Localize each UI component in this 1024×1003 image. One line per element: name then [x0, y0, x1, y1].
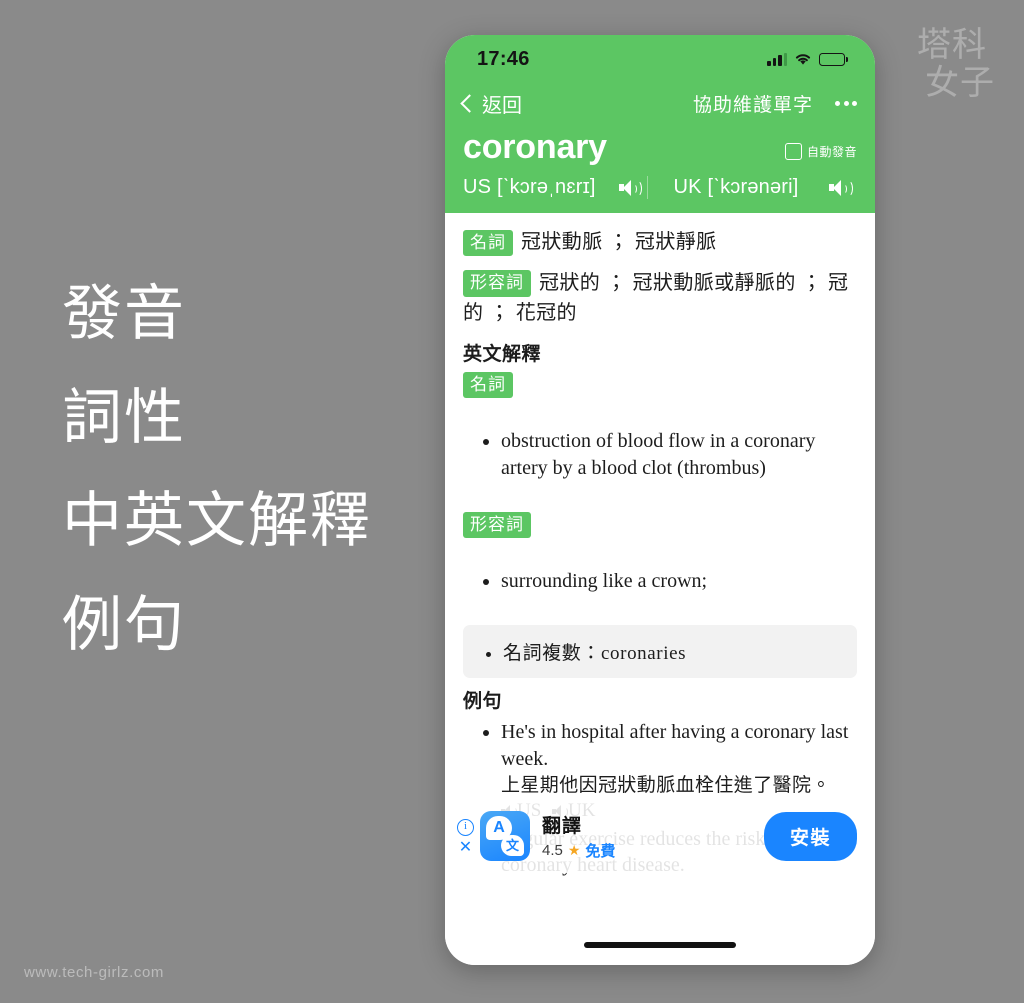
ad-rating: 4.5 — [542, 842, 563, 859]
status-bar: 17:46 — [445, 35, 875, 83]
pos-tag-noun: 名詞 — [463, 229, 513, 257]
pos-tag-adjective: 形容詞 — [463, 270, 531, 297]
annotation-list: 發音 詞性 中英文解釋 例句 — [62, 282, 432, 656]
status-time: 17:46 — [477, 47, 530, 70]
translate-app-icon: A 文 — [480, 811, 530, 861]
autoplay-checkbox[interactable] — [784, 143, 802, 161]
english-definition-list-adjective: surrounding like a crown; — [463, 568, 857, 595]
headword-row: coronary 自動發音 — [463, 128, 857, 166]
us-speaker-button[interactable] — [618, 179, 642, 198]
status-icon-group — [767, 52, 848, 66]
pronunciation-row: US [ˋkɔrəˌnɛrɪ] UK [ˋkɔrənəri] — [463, 176, 858, 200]
battery-full-icon — [819, 52, 848, 66]
ad-meta-row: 4.5 ★ 免費 — [542, 840, 615, 861]
back-button[interactable]: 返回 — [460, 89, 522, 118]
chinese-sense-noun: 名詞 冠狀動脈 ； 冠狀靜脈 — [463, 227, 857, 257]
app-header: 返回 協助維護單字 coronary 自動發音 US [ˋkɔrəˌnɛrɪ] — [445, 83, 875, 214]
inflection-list: 名詞複數：coronaries — [463, 638, 857, 665]
nav-bar: 返回 協助維護單字 — [460, 83, 857, 123]
examples-section-title: 例句 — [463, 691, 503, 713]
ad-install-button[interactable]: 安裝 — [763, 811, 857, 861]
annotation-pronunciation: 發音 — [62, 280, 186, 347]
chinese-sense-adjective: 形容詞 冠狀的 ； 冠狀動脈或靜脈的 ； 冠的 ； 花冠的 — [463, 268, 857, 329]
definition-scroll-area[interactable]: 名詞 冠狀動脈 ； 冠狀靜脈 形容詞 冠狀的 ； 冠狀動脈或靜脈的 ； 冠的 ； 花… — [445, 213, 875, 925]
phone-device: 17:46 返回 協助維護單字 coronary 自動發音 US [ˋkɔrəˌ… — [445, 35, 875, 965]
cellular-signal-icon — [767, 52, 787, 66]
inflection-item: 名詞複數：coronaries — [503, 638, 857, 665]
annotation-examples: 例句 — [62, 590, 186, 658]
annotation-definitions: 中英文解釋 — [62, 487, 372, 555]
ad-text-group: 翻譯 4.5 ★ 免費 — [542, 811, 615, 861]
annotation-part-of-speech: 詞性 — [62, 383, 186, 451]
english-group-adjective: 形容詞 surrounding like a crown; — [463, 511, 857, 595]
wifi-icon — [794, 52, 812, 66]
autoplay-label: 自動發音 — [806, 145, 857, 160]
home-indicator[interactable] — [584, 942, 736, 948]
uk-phonetic-text: UK [ˋkɔrənəri] — [673, 176, 799, 199]
ad-banner[interactable]: i ✕ A 文 翻譯 4.5 ★ 免費 安裝 — [445, 799, 875, 873]
home-bar-area — [445, 925, 875, 965]
page-title: coronary — [463, 128, 607, 166]
speaker-icon — [829, 179, 853, 198]
english-definition: obstruction of blood flow in a coronary … — [501, 428, 857, 482]
english-group-noun: 名詞 obstruction of blood flow in a corona… — [463, 371, 857, 482]
pos-tag-noun-en: 名詞 — [463, 371, 513, 398]
ad-price: 免費 — [585, 843, 616, 860]
chinese-sense-noun-text: 冠狀動脈 ； 冠狀靜脈 — [521, 231, 717, 254]
english-section-title: 英文解釋 — [463, 343, 542, 365]
us-phonetic-text: US [ˋkɔrəˌnɛrɪ] — [463, 176, 596, 199]
inflection-label: 名詞複數： — [503, 643, 602, 665]
example-english: He's in hospital after having a coronary… — [501, 721, 849, 770]
nav-right-group: 協助維護單字 — [693, 90, 857, 117]
ad-info-icon[interactable]: i — [457, 818, 474, 836]
english-definition: surrounding like a crown; — [501, 568, 857, 595]
back-button-label: 返回 — [482, 94, 522, 117]
pos-tag-adjective-en: 形容詞 — [463, 511, 531, 539]
uk-pronunciation-group: UK [ˋkɔrənəri] — [646, 176, 858, 200]
site-watermark: 塔科 女子 — [898, 26, 1006, 104]
uk-speaker-button[interactable] — [829, 179, 853, 198]
ad-marks-group: i ✕ — [457, 818, 474, 855]
example-chinese: 上星期他因冠狀動脈血栓住進了醫院。 — [501, 774, 831, 796]
autoplay-toggle[interactable]: 自動發音 — [784, 143, 857, 161]
us-pronunciation-group: US [ˋkɔrəˌnɛrɪ] — [463, 176, 647, 199]
ad-app-title: 翻譯 — [542, 816, 583, 837]
english-definition-list-noun: obstruction of blood flow in a coronary … — [463, 428, 857, 482]
site-url-watermark: www.tech-girlz.com — [24, 964, 164, 981]
more-dots-icon[interactable] — [835, 95, 857, 112]
star-icon: ★ — [567, 842, 581, 858]
bubble-letter-wen: 文 — [501, 835, 524, 856]
inflection-value: coronaries — [601, 643, 687, 665]
inflection-info-box: 名詞複數：coronaries — [463, 625, 857, 679]
watermark-top-row: 塔科 — [917, 26, 987, 64]
chevron-left-icon — [460, 93, 479, 113]
watermark-bottom-row: 女子 — [925, 64, 995, 102]
ad-close-icon[interactable]: ✕ — [459, 839, 472, 855]
help-maintain-word-button[interactable]: 協助維護單字 — [693, 90, 813, 117]
speaker-icon — [618, 179, 642, 198]
